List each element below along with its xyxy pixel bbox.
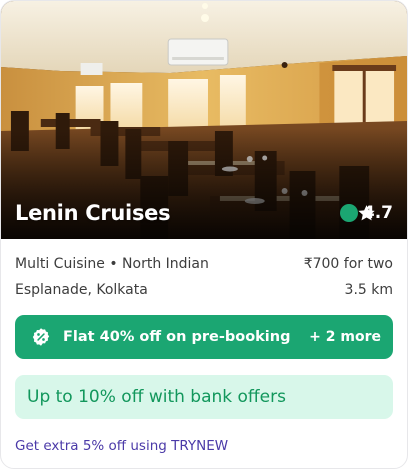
cuisine-price-row: Multi Cuisine • North Indian ₹700 for tw… [1, 256, 407, 272]
location-distance-row: Esplanade, Kolkata 3.5 km [1, 282, 407, 298]
prebooking-offer-banner[interactable]: Flat 40% off on pre-booking + 2 more [15, 315, 393, 359]
location-text: Esplanade, Kolkata [15, 282, 148, 298]
rating-badge: 4.7 [339, 203, 393, 223]
percent-badge-icon [31, 327, 51, 347]
more-offers-link[interactable]: + 2 more [309, 329, 381, 345]
bank-offer-text: Up to 10% off with bank offers [27, 387, 286, 407]
promo-code-text: Get extra 5% off using TRYNEW [15, 438, 229, 454]
restaurant-card[interactable]: Lenin Cruises 4.7 Multi Cuisine • North … [0, 0, 408, 469]
price-text: ₹700 for two [303, 256, 393, 272]
restaurant-name: Lenin Cruises [15, 201, 171, 225]
cuisine-text: Multi Cuisine • North Indian [15, 256, 209, 272]
restaurant-photo[interactable]: Lenin Cruises 4.7 [1, 1, 407, 239]
star-icon [339, 204, 375, 222]
bank-offer-banner[interactable]: Up to 10% off with bank offers [15, 375, 393, 419]
distance-text: 3.5 km [344, 282, 393, 298]
prebooking-offer-text: Flat 40% off on pre-booking [63, 329, 291, 345]
